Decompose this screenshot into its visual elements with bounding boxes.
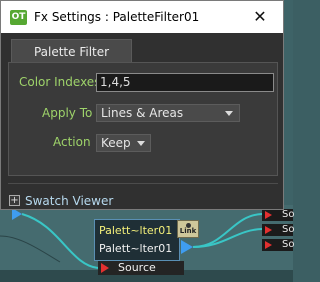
action-label: Action bbox=[53, 135, 91, 149]
right-port-icon bbox=[265, 226, 272, 234]
link-knob-icon bbox=[186, 223, 191, 228]
action-value: Keep bbox=[101, 136, 131, 150]
right-node-port-3[interactable]: So bbox=[262, 239, 295, 251]
chevron-down-icon bbox=[137, 141, 145, 146]
color-indexes-input[interactable]: 1,4,5 bbox=[96, 73, 274, 92]
source-port-label: Source bbox=[118, 261, 156, 274]
node-output-port-icon[interactable] bbox=[181, 240, 193, 254]
link-badge-label: Link bbox=[179, 227, 197, 235]
divider bbox=[8, 183, 278, 184]
wire-left-to-source bbox=[21, 213, 99, 269]
right-port-icon bbox=[265, 211, 272, 219]
palette-filter-node[interactable]: Palett~lter01 Palett~lter01 bbox=[94, 219, 180, 261]
title-bar[interactable]: OT Fx Settings : PaletteFilter01 ✕ bbox=[1, 1, 283, 33]
apply-to-dropdown[interactable]: Lines & Areas bbox=[96, 104, 240, 122]
right-port-label: So bbox=[282, 224, 295, 235]
swatch-viewer-label: Swatch Viewer bbox=[25, 194, 114, 208]
close-button[interactable]: ✕ bbox=[237, 1, 283, 33]
chevron-down-icon bbox=[225, 111, 233, 116]
right-node-port-2[interactable]: So bbox=[262, 224, 295, 236]
expand-plus-icon[interactable]: + bbox=[9, 195, 20, 206]
apply-to-value: Lines & Areas bbox=[101, 106, 184, 120]
app-logo-icon: OT bbox=[10, 10, 27, 25]
right-port-label: So bbox=[282, 209, 295, 220]
right-port-label: So bbox=[282, 239, 295, 250]
tab-palette-filter[interactable]: Palette Filter bbox=[11, 39, 132, 63]
source-port-icon bbox=[101, 263, 109, 273]
right-node-port-1[interactable]: So bbox=[262, 209, 295, 221]
apply-to-label: Apply To bbox=[42, 106, 93, 120]
action-dropdown[interactable]: Keep bbox=[96, 134, 151, 152]
link-toggle-icon[interactable]: Link bbox=[177, 220, 199, 238]
window-title: Fx Settings : PaletteFilter01 bbox=[34, 10, 200, 24]
source-port[interactable]: Source bbox=[98, 261, 184, 275]
color-indexes-label: Color Indexes bbox=[19, 75, 101, 89]
right-port-icon bbox=[265, 241, 272, 249]
node-fx-label: Palett~lter01 bbox=[99, 242, 173, 255]
fx-settings-dialog: OT Fx Settings : PaletteFilter01 ✕ Palet… bbox=[0, 0, 284, 210]
node-name-label: Palett~lter01 bbox=[99, 224, 173, 237]
wire-left-extra bbox=[0, 235, 61, 263]
